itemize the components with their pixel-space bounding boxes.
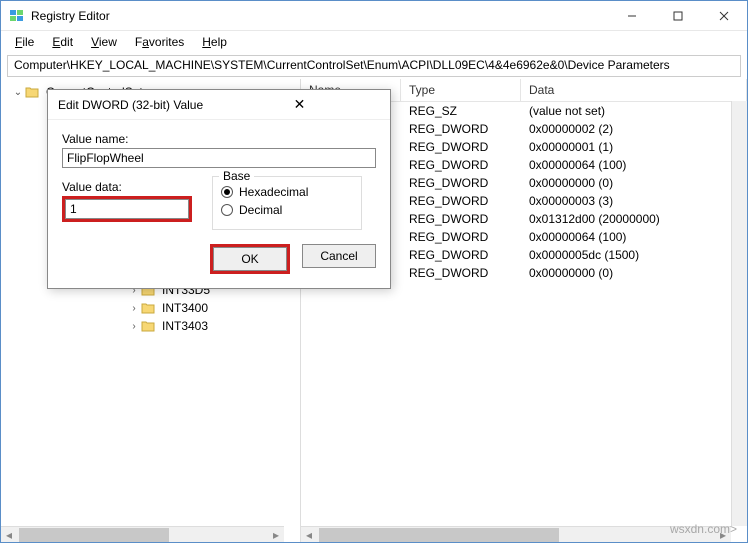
cell-type: REG_DWORD [401,248,521,262]
folder-icon [141,319,157,333]
watermark: wsxdn.com> [670,522,737,536]
hex-label: Hexadecimal [239,185,308,199]
menu-edit-label: dit [60,35,73,49]
dec-label: Decimal [239,203,282,217]
scroll-left-icon[interactable]: ◂ [301,528,317,542]
header-data[interactable]: Data [521,79,747,101]
menu-fav-label: vorites [149,35,184,49]
value-data-label: Value data: [62,180,192,194]
maximize-button[interactable] [655,1,701,30]
cell-type: REG_DWORD [401,212,521,226]
dialog-title: Edit DWORD (32-bit) Value [58,98,219,112]
cell-data: 0x00000003 (3) [521,194,747,208]
menu-help-label: elp [211,35,227,49]
cell-type: REG_SZ [401,104,521,118]
scroll-right-icon[interactable]: ▸ [268,528,284,542]
tree-node[interactable]: › INT3400 [7,299,300,317]
window-title: Registry Editor [31,9,609,23]
value-data-input[interactable] [65,199,189,219]
registry-editor-window: Registry Editor File Edit View Favorites… [0,0,748,543]
radio-decimal[interactable]: Decimal [221,203,353,217]
menu-edit[interactable]: Edit [44,33,81,51]
edit-dword-dialog: Edit DWORD (32-bit) Value ✕ Value name: … [47,89,391,289]
menu-file-label: ile [22,35,34,49]
header-type[interactable]: Type [401,79,521,101]
ok-highlight: OK [210,244,290,274]
chevron-down-icon[interactable]: ⌄ [11,87,25,98]
cell-type: REG_DWORD [401,266,521,280]
dialog-titlebar: Edit DWORD (32-bit) Value ✕ [48,90,390,120]
cell-data: 0x00000064 (100) [521,230,747,244]
radio-hexadecimal[interactable]: Hexadecimal [221,185,353,199]
value-name-input[interactable] [62,148,376,168]
folder-icon [25,85,41,99]
radio-on-icon [221,186,233,198]
cell-data: 0x0000005dc (1500) [521,248,747,262]
close-button[interactable] [701,1,747,30]
value-data-highlight [62,196,192,222]
base-group: Base Hexadecimal Decimal [212,176,362,230]
regedit-icon [9,8,25,24]
menu-favorites[interactable]: Favorites [127,33,192,51]
cell-type: REG_DWORD [401,176,521,190]
tree-node[interactable]: › INT3403 [7,317,300,335]
minimize-button[interactable] [609,1,655,30]
scrollbar-horizontal[interactable]: ◂ ▸ [1,526,284,542]
menu-file[interactable]: File [7,33,42,51]
tree-label: INT3400 [159,300,211,316]
cell-type: REG_DWORD [401,158,521,172]
menubar: File Edit View Favorites Help [1,31,747,53]
menu-view[interactable]: View [83,33,125,51]
cell-type: REG_DWORD [401,122,521,136]
chevron-right-icon[interactable]: › [127,321,141,332]
cell-data: 0x00000001 (1) [521,140,747,154]
cell-type: REG_DWORD [401,230,521,244]
dialog-close-button[interactable]: ✕ [219,96,380,113]
titlebar: Registry Editor [1,1,747,31]
cell-data: 0x00000000 (0) [521,266,747,280]
cancel-button[interactable]: Cancel [302,244,376,268]
scrollbar-vertical[interactable] [731,101,747,526]
tree-label: INT3403 [159,318,211,334]
scrollbar-horizontal[interactable]: ◂ ▸ [301,526,731,542]
base-legend: Base [219,169,254,183]
cell-data: 0x00000000 (0) [521,176,747,190]
address-bar[interactable]: Computer\HKEY_LOCAL_MACHINE\SYSTEM\Curre… [7,55,741,77]
cell-data: (value not set) [521,104,747,118]
menu-view-label: iew [99,35,117,49]
value-name-label: Value name: [62,132,376,146]
cell-data: 0x01312d00 (20000000) [521,212,747,226]
scrollbar-thumb[interactable] [19,528,169,542]
cell-data: 0x00000002 (2) [521,122,747,136]
chevron-right-icon[interactable]: › [127,303,141,314]
radio-off-icon [221,204,233,216]
menu-help[interactable]: Help [194,33,235,51]
cell-type: REG_DWORD [401,194,521,208]
scroll-left-icon[interactable]: ◂ [1,528,17,542]
scrollbar-thumb[interactable] [319,528,559,542]
folder-icon [141,301,157,315]
ok-button[interactable]: OK [213,247,287,271]
cell-type: REG_DWORD [401,140,521,154]
cell-data: 0x00000064 (100) [521,158,747,172]
